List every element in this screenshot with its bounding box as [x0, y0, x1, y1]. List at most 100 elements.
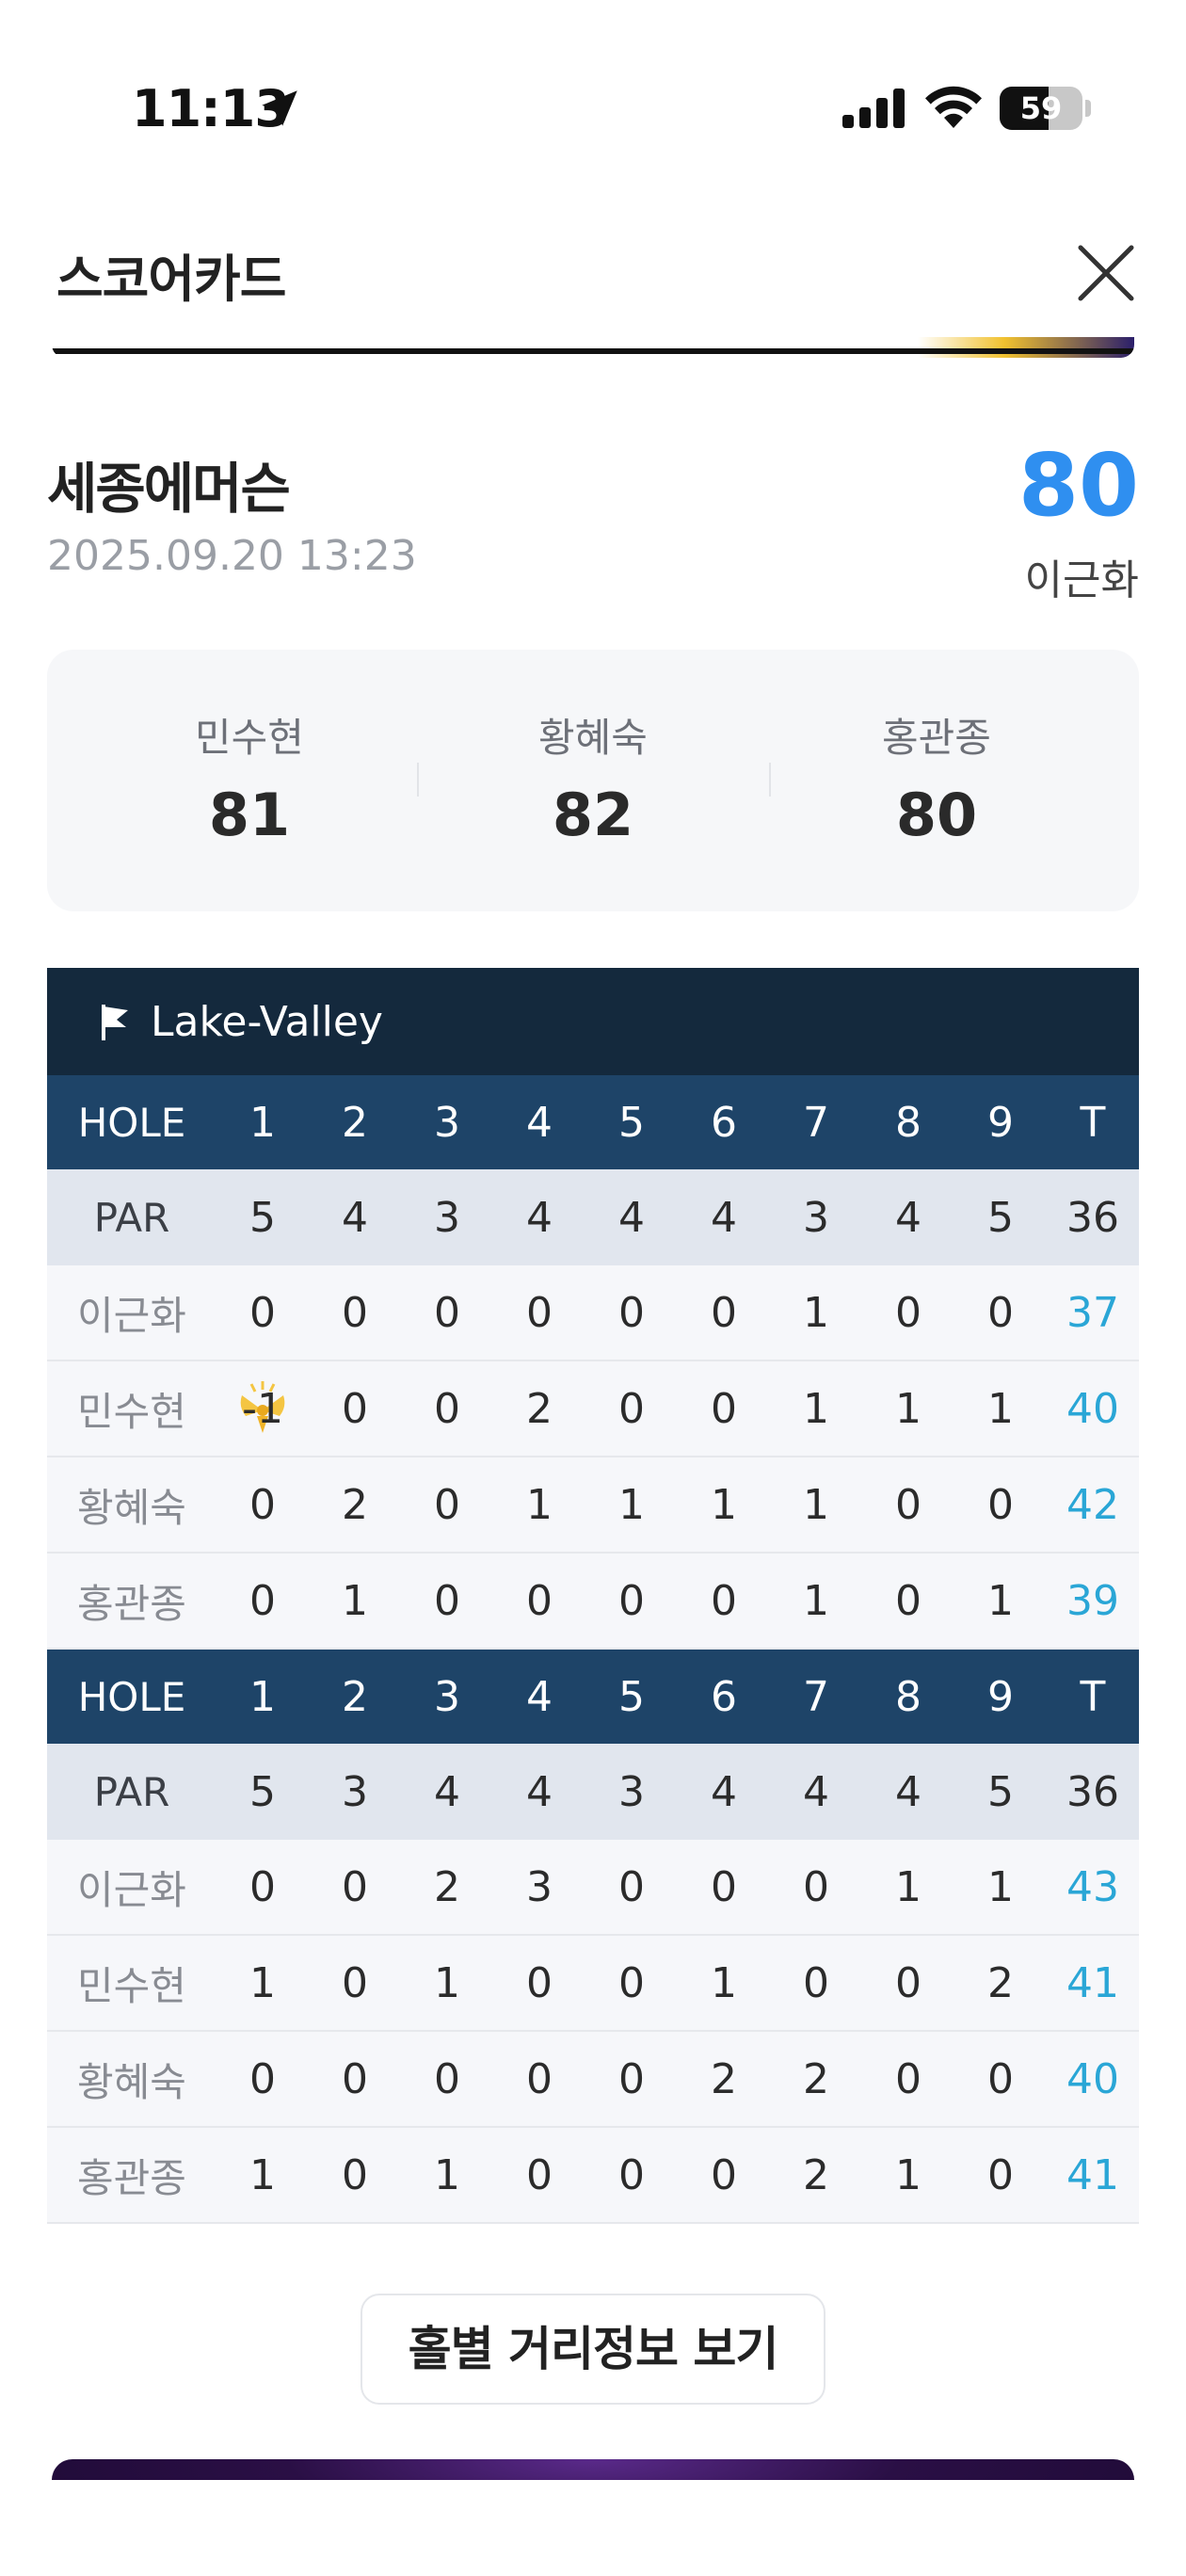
- par-value: 3: [618, 1767, 645, 1816]
- par-value: 4: [895, 1767, 922, 1816]
- hole-score: 0: [342, 2054, 368, 2103]
- hole-score: 0: [434, 1480, 460, 1529]
- player-score: 82: [552, 781, 634, 849]
- hole-score: 1: [803, 1288, 829, 1337]
- par-row: PAR 5 4 3 4 4 4 3 4 5 36: [47, 1169, 1139, 1265]
- player-summary: 홍관종 80: [795, 706, 1078, 849]
- player-total: 40: [1066, 2054, 1119, 2103]
- hole-score: 0: [711, 1576, 737, 1625]
- hole-score: 0: [987, 2054, 1014, 2103]
- par-value: 3: [342, 1767, 368, 1816]
- hole-score: 0: [618, 1862, 645, 1911]
- course-name: 세종에머슨: [47, 457, 291, 521]
- hole-number: 3: [434, 1098, 460, 1147]
- hole-score: 0: [342, 1288, 368, 1337]
- hole-score: 0: [618, 1958, 645, 2007]
- hole-score: 0: [895, 1288, 922, 1337]
- par-value: 3: [434, 1193, 460, 1242]
- par-value: 4: [434, 1767, 460, 1816]
- divider: [417, 763, 419, 797]
- hole-score: 2: [526, 1384, 553, 1433]
- hole-row: HOLE 1 2 3 4 5 6 7 8 9 T: [47, 1650, 1139, 1744]
- player-name: 이근화: [77, 1866, 186, 1913]
- hole-score: 1: [987, 1384, 1014, 1433]
- player-score: 80: [895, 781, 978, 849]
- bottom-mask: [0, 2480, 1186, 2576]
- wifi-icon: [925, 86, 982, 128]
- hole-number: T: [1080, 1098, 1106, 1147]
- status-bar: 11:13 59: [0, 0, 1186, 217]
- par-value: 4: [803, 1767, 829, 1816]
- par-value: 3: [803, 1193, 829, 1242]
- hole-score: 0: [434, 1384, 460, 1433]
- hole-score: 0: [987, 2150, 1014, 2199]
- battery-icon: 59: [1000, 87, 1091, 130]
- player-name: 홍관종: [77, 1580, 186, 1627]
- player-total: 37: [1066, 1288, 1119, 1337]
- hole-score: 1: [987, 1576, 1014, 1625]
- hole-score: 0: [711, 1384, 737, 1433]
- hole-score: 0: [526, 2150, 553, 2199]
- par-value: 4: [711, 1193, 737, 1242]
- hole-number: T: [1080, 1672, 1106, 1721]
- hole-number: 5: [618, 1098, 645, 1147]
- close-icon[interactable]: [1073, 240, 1139, 306]
- player-score-row: 민수현 -1 0 0 2 0 0 1 1 1 40: [47, 1361, 1139, 1457]
- hole-score: 1: [434, 1958, 460, 2007]
- hole-score: 1: [711, 1958, 737, 2007]
- hole-distance-button[interactable]: 홀별 거리정보 보기: [361, 2294, 825, 2405]
- hole-score: 0: [711, 1862, 737, 1911]
- par-value: 5: [987, 1767, 1014, 1816]
- hole-number: 4: [526, 1672, 553, 1721]
- player-score-row: 황혜숙 0 0 0 0 0 2 2 0 0 40: [47, 2032, 1139, 2128]
- hole-number: 8: [895, 1672, 922, 1721]
- hole-score: 2: [434, 1862, 460, 1911]
- hole-score: 2: [342, 1480, 368, 1529]
- top-banner-strip[interactable]: [52, 337, 1134, 358]
- par-value: 36: [1066, 1767, 1119, 1816]
- player-summary: 황혜숙 82: [452, 706, 734, 849]
- player-total: 42: [1066, 1480, 1119, 1529]
- hole-score: 0: [342, 1958, 368, 2007]
- player-score-row: 이근화 0 0 0 0 0 0 1 0 0 37: [47, 1265, 1139, 1361]
- hole-number: 7: [803, 1098, 829, 1147]
- hole-score: 0: [249, 1862, 276, 1911]
- hole-score: 0: [342, 1862, 368, 1911]
- hole-score: 1: [803, 1384, 829, 1433]
- player-total: 41: [1066, 2150, 1119, 2199]
- hole-score: 0: [895, 1958, 922, 2007]
- hole-score: 0: [249, 1288, 276, 1337]
- hole-score: 0: [249, 1576, 276, 1625]
- par-row: PAR 5 3 4 4 3 4 4 4 5 36: [47, 1744, 1139, 1840]
- par-label: PAR: [93, 1194, 170, 1241]
- page-title: 스코어카드: [56, 250, 286, 309]
- player-name: 황혜숙: [77, 1484, 186, 1531]
- player-summary-card: 민수현 81 황혜숙 82 홍관종 80: [47, 650, 1139, 911]
- hole-score: 0: [711, 2150, 737, 2199]
- par-value: 4: [342, 1193, 368, 1242]
- hole-score: 1: [342, 1576, 368, 1625]
- scorecard-table: Lake-Valley HOLE 1 2 3 4 5 6 7 8 9 T PAR 5 4 3 4 4 4 3 4 5 36…: [47, 968, 1139, 2224]
- par-value: 36: [1066, 1193, 1119, 1242]
- course-label: Lake-Valley: [151, 997, 383, 1046]
- hole-score: 0: [618, 2150, 645, 2199]
- hole-number: 2: [342, 1098, 368, 1147]
- hole-score: 0: [342, 2150, 368, 2199]
- hole-score: 0: [526, 1576, 553, 1625]
- player-name: 홍관종: [882, 715, 991, 761]
- battery-level: 59: [1019, 90, 1063, 126]
- hole-score: 0: [434, 2054, 460, 2103]
- flag-icon: [102, 1005, 128, 1040]
- hole-number: 8: [895, 1098, 922, 1147]
- player-name: 민수현: [77, 1388, 186, 1435]
- player-name: 민수현: [195, 715, 304, 761]
- hole-score: 1: [249, 1958, 276, 2007]
- player-score-row: 황혜숙 0 2 0 1 1 1 1 0 0 42: [47, 1457, 1139, 1554]
- hole-label: HOLE: [77, 1099, 186, 1146]
- player-total: 40: [1066, 1384, 1119, 1433]
- hole-score: 1: [711, 1480, 737, 1529]
- par-value: 5: [249, 1767, 276, 1816]
- hole-score: 0: [895, 2054, 922, 2103]
- player-name: 이근화: [77, 1292, 186, 1339]
- hole-score: 2: [803, 2054, 829, 2103]
